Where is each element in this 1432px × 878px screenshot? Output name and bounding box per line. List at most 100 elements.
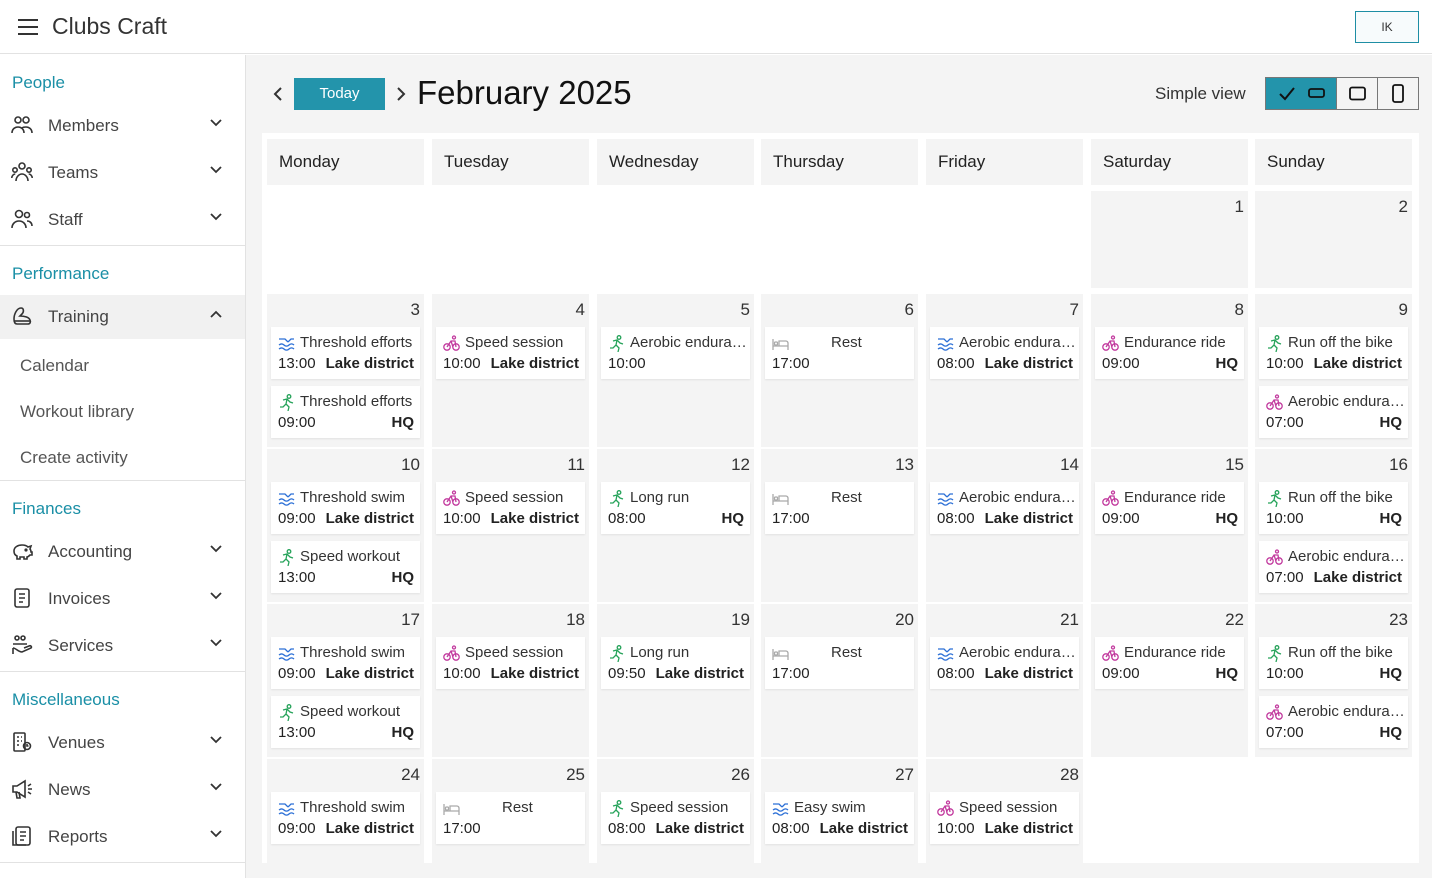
day-cell[interactable]: 9 Run off the bike 10:00 Lake district A… xyxy=(1255,294,1412,447)
activity-title: Aerobic endurance xyxy=(1288,703,1406,720)
day-cell[interactable]: 6 Rest 17:00 xyxy=(761,294,918,447)
activity-card[interactable]: Endurance ride 09:00 HQ xyxy=(1095,327,1244,379)
day-cell[interactable]: 4 Speed session 10:00 Lake district xyxy=(432,294,589,447)
sidebar-item-label: Services xyxy=(48,636,114,655)
activity-card[interactable]: Rest 17:00 xyxy=(436,792,585,844)
activity-card[interactable]: Run off the bike 10:00 HQ xyxy=(1259,637,1408,689)
day-cell[interactable]: 11 Speed session 10:00 Lake district xyxy=(432,449,589,602)
day-cell[interactable]: 1 xyxy=(1091,191,1248,288)
chevron-left-icon[interactable] xyxy=(271,85,285,103)
day-cell[interactable]: 15 Endurance ride 09:00 HQ xyxy=(1091,449,1248,602)
activity-card[interactable]: Aerobic endurance 07:00 Lake district xyxy=(1259,541,1408,593)
sidebar-subitem-create-activity[interactable]: Create activity xyxy=(20,448,128,468)
day-cell[interactable]: 21 Aerobic endurance 08:00 Lake district xyxy=(926,604,1083,757)
activity-location: Lake district xyxy=(490,510,579,527)
activity-card[interactable]: Speed session 10:00 Lake district xyxy=(436,327,585,379)
activity-card[interactable]: Threshold swim 09:00 Lake district xyxy=(271,637,420,689)
sidebar-item-invoices[interactable]: Invoices xyxy=(0,577,245,621)
day-cell[interactable]: 17 Threshold swim 09:00 Lake district Sp… xyxy=(267,604,424,757)
day-number: 15 xyxy=(1225,455,1244,474)
square-icon xyxy=(1349,86,1366,101)
activity-card[interactable]: Speed session 10:00 Lake district xyxy=(436,637,585,689)
day-cell[interactable]: 25 Rest 17:00 xyxy=(432,759,589,878)
sidebar-item-services[interactable]: Services xyxy=(0,624,245,668)
activity-card[interactable]: Speed session 08:00 Lake district xyxy=(601,792,750,844)
chevron-up-icon xyxy=(210,310,222,318)
day-cell[interactable]: 7 Aerobic endurance 08:00 Lake district xyxy=(926,294,1083,447)
activity-time: 08:00 xyxy=(608,510,646,527)
activity-card[interactable]: Aerobic endurance 08:00 Lake district xyxy=(930,637,1079,689)
activity-card[interactable]: Aerobic endurance 07:00 HQ xyxy=(1259,696,1408,748)
sidebar-item-news[interactable]: News xyxy=(0,768,245,812)
day-cell[interactable]: 24 Threshold swim 09:00 Lake district xyxy=(267,759,424,878)
chevron-down-icon xyxy=(210,783,222,791)
day-cell[interactable]: 18 Speed session 10:00 Lake district xyxy=(432,604,589,757)
day-cell[interactable]: 20 Rest 17:00 xyxy=(761,604,918,757)
activity-card[interactable]: Threshold efforts 09:00 HQ xyxy=(271,386,420,438)
day-cell[interactable]: 19 Long run 09:50 Lake district xyxy=(597,604,754,757)
day-cell[interactable]: 23 Run off the bike 10:00 HQ Aerobic end… xyxy=(1255,604,1412,757)
sidebar-item-staff[interactable]: Staff xyxy=(0,198,245,242)
activity-card[interactable]: Run off the bike 10:00 Lake district xyxy=(1259,327,1408,379)
activity-card[interactable]: Long run 08:00 HQ xyxy=(601,482,750,534)
day-cell[interactable]: 5 Aerobic endurance 10:00 xyxy=(597,294,754,447)
activity-card[interactable]: Speed session 10:00 Lake district xyxy=(436,482,585,534)
activity-card[interactable]: Run off the bike 10:00 HQ xyxy=(1259,482,1408,534)
activity-card[interactable]: Rest 17:00 xyxy=(765,637,914,689)
activity-card[interactable]: Endurance ride 09:00 HQ xyxy=(1095,637,1244,689)
activity-card[interactable]: Rest 17:00 xyxy=(765,327,914,379)
sidebar-item-venues[interactable]: Venues xyxy=(0,721,245,765)
menu-icon[interactable] xyxy=(18,19,38,35)
chevron-right-icon[interactable] xyxy=(394,85,408,103)
sidebar-subitem-workout-library[interactable]: Workout library xyxy=(20,402,134,422)
sidebar-item-training[interactable]: Training xyxy=(0,295,245,339)
day-cell[interactable]: 27 Easy swim 08:00 Lake district xyxy=(761,759,918,878)
sidebar-item-reports[interactable]: Reports xyxy=(0,815,245,859)
day-cell[interactable]: 3 Threshold efforts 13:00 Lake district … xyxy=(267,294,424,447)
sidebar-item-teams[interactable]: Teams xyxy=(0,151,245,195)
user-avatar-button[interactable]: IK xyxy=(1355,11,1419,43)
day-cell[interactable]: 13 Rest 17:00 xyxy=(761,449,918,602)
activity-card[interactable]: Long run 09:50 Lake district xyxy=(601,637,750,689)
view-option-wide[interactable] xyxy=(1337,78,1378,109)
day-cell[interactable]: 28 Speed session 10:00 Lake district xyxy=(926,759,1083,878)
activity-card[interactable]: Aerobic endurance 08:00 Lake district xyxy=(930,327,1079,379)
day-number: 5 xyxy=(740,300,750,319)
activity-card[interactable]: Aerobic endurance 08:00 Lake district xyxy=(930,482,1079,534)
activity-card[interactable]: Endurance ride 09:00 HQ xyxy=(1095,482,1244,534)
view-option-tall[interactable] xyxy=(1378,78,1418,109)
simple-view-toggle-on[interactable] xyxy=(1266,78,1337,109)
day-cell[interactable]: 16 Run off the bike 10:00 HQ Aerobic end… xyxy=(1255,449,1412,602)
divider xyxy=(0,480,245,481)
activity-time: 10:00 xyxy=(443,665,481,682)
activity-card[interactable]: Easy swim 08:00 Lake district xyxy=(765,792,914,844)
activity-card[interactable]: Speed session 10:00 Lake district xyxy=(930,792,1079,844)
sidebar-item-members[interactable]: Members xyxy=(0,104,245,148)
weekday-header: Thursday xyxy=(761,139,918,185)
activity-title: Run off the bike xyxy=(1288,489,1393,506)
activity-card[interactable]: Speed workout 13:00 HQ xyxy=(271,541,420,593)
activity-card[interactable]: Aerobic endurance 10:00 xyxy=(601,327,750,379)
day-cell[interactable]: 10 Threshold swim 09:00 Lake district Sp… xyxy=(267,449,424,602)
activity-card[interactable]: Speed workout 13:00 HQ xyxy=(271,696,420,748)
day-cell[interactable]: 22 Endurance ride 09:00 HQ xyxy=(1091,604,1248,757)
activity-card[interactable]: Threshold efforts 13:00 Lake district xyxy=(271,327,420,379)
activity-time: 10:00 xyxy=(937,820,975,837)
day-cell[interactable]: 2 xyxy=(1255,191,1412,288)
chevron-down-icon xyxy=(210,830,222,838)
activity-time: 09:00 xyxy=(278,510,316,527)
today-button[interactable]: Today xyxy=(294,78,385,110)
activity-card[interactable]: Threshold swim 09:00 Lake district xyxy=(271,792,420,844)
sidebar-item-accounting[interactable]: Accounting xyxy=(0,530,245,574)
day-cell[interactable]: 12 Long run 08:00 HQ xyxy=(597,449,754,602)
day-number: 7 xyxy=(1069,300,1079,319)
activity-time: 13:00 xyxy=(278,569,316,586)
activity-card[interactable]: Threshold swim 09:00 Lake district xyxy=(271,482,420,534)
activity-time: 17:00 xyxy=(443,820,481,837)
day-cell[interactable]: 14 Aerobic endurance 08:00 Lake district xyxy=(926,449,1083,602)
sidebar-subitem-calendar[interactable]: Calendar xyxy=(20,356,89,376)
activity-card[interactable]: Aerobic endurance 07:00 HQ xyxy=(1259,386,1408,438)
activity-card[interactable]: Rest 17:00 xyxy=(765,482,914,534)
day-cell[interactable]: 8 Endurance ride 09:00 HQ xyxy=(1091,294,1248,447)
day-cell[interactable]: 26 Speed session 08:00 Lake district xyxy=(597,759,754,878)
